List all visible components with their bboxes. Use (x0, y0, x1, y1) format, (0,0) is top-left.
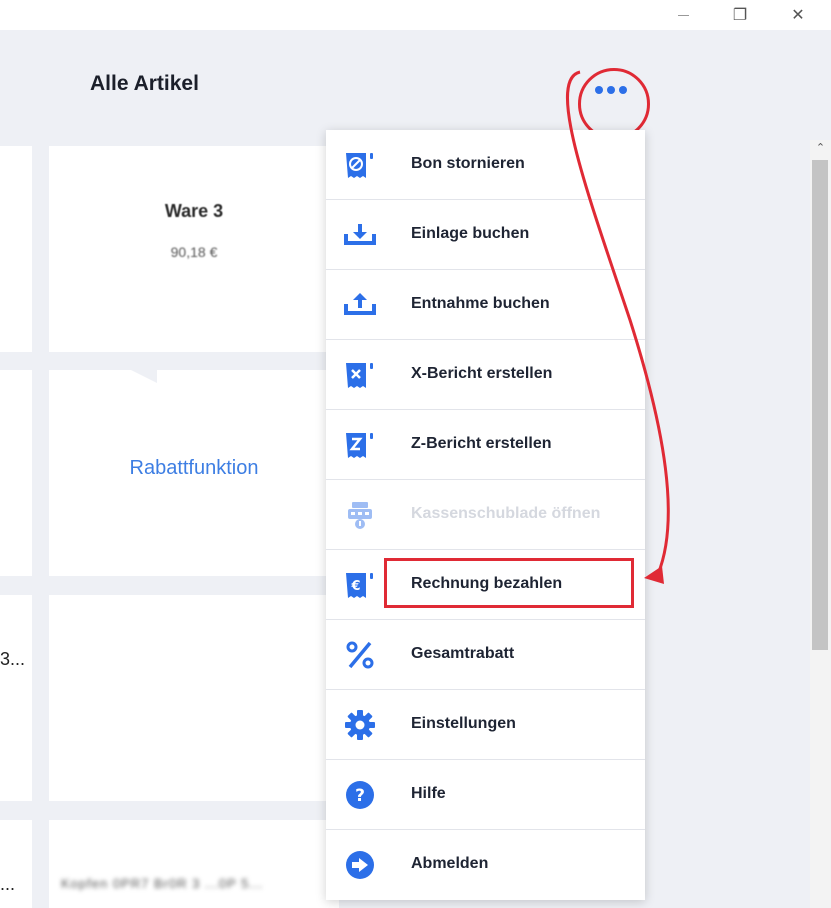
annotation-arrow (566, 70, 670, 584)
